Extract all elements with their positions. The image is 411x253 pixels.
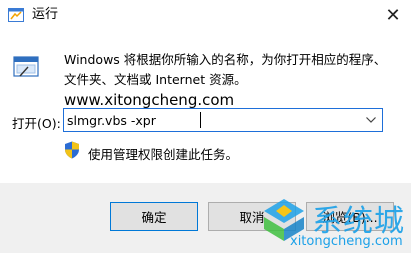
chevron-down-icon <box>366 117 376 123</box>
run-app-icon <box>8 8 24 22</box>
uac-shield-icon <box>65 141 79 159</box>
dialog-description: Windows 将根据你所输入的名称，为你打开相应的程序、 文件夹、文档或 In… <box>64 50 404 111</box>
close-button[interactable]: ✕ <box>375 0 411 30</box>
window-title: 运行 <box>32 7 59 22</box>
ok-button[interactable]: 确定 <box>110 202 198 231</box>
description-line-2: 文件夹、文档或 Internet 资源。 www.xitongcheng.com <box>64 70 404 111</box>
description-url: www.xitongcheng.com <box>64 91 235 109</box>
open-input[interactable] <box>64 109 363 131</box>
description-text: 文件夹、文档或 Internet 资源。 <box>64 72 247 87</box>
run-program-icon <box>13 56 39 77</box>
watermark-url: xitongcheng.com <box>290 234 403 249</box>
text-cursor <box>200 112 201 128</box>
close-icon: ✕ <box>385 4 401 26</box>
dropdown-button[interactable] <box>364 112 378 128</box>
description-line-1: Windows 将根据你所输入的名称，为你打开相应的程序、 <box>64 52 387 67</box>
admin-note: 使用管理权限创建此任务。 <box>88 147 239 162</box>
title-bar: 运行 ✕ <box>0 0 411 30</box>
open-label: 打开(O): <box>12 116 61 131</box>
open-combobox[interactable] <box>63 108 383 132</box>
